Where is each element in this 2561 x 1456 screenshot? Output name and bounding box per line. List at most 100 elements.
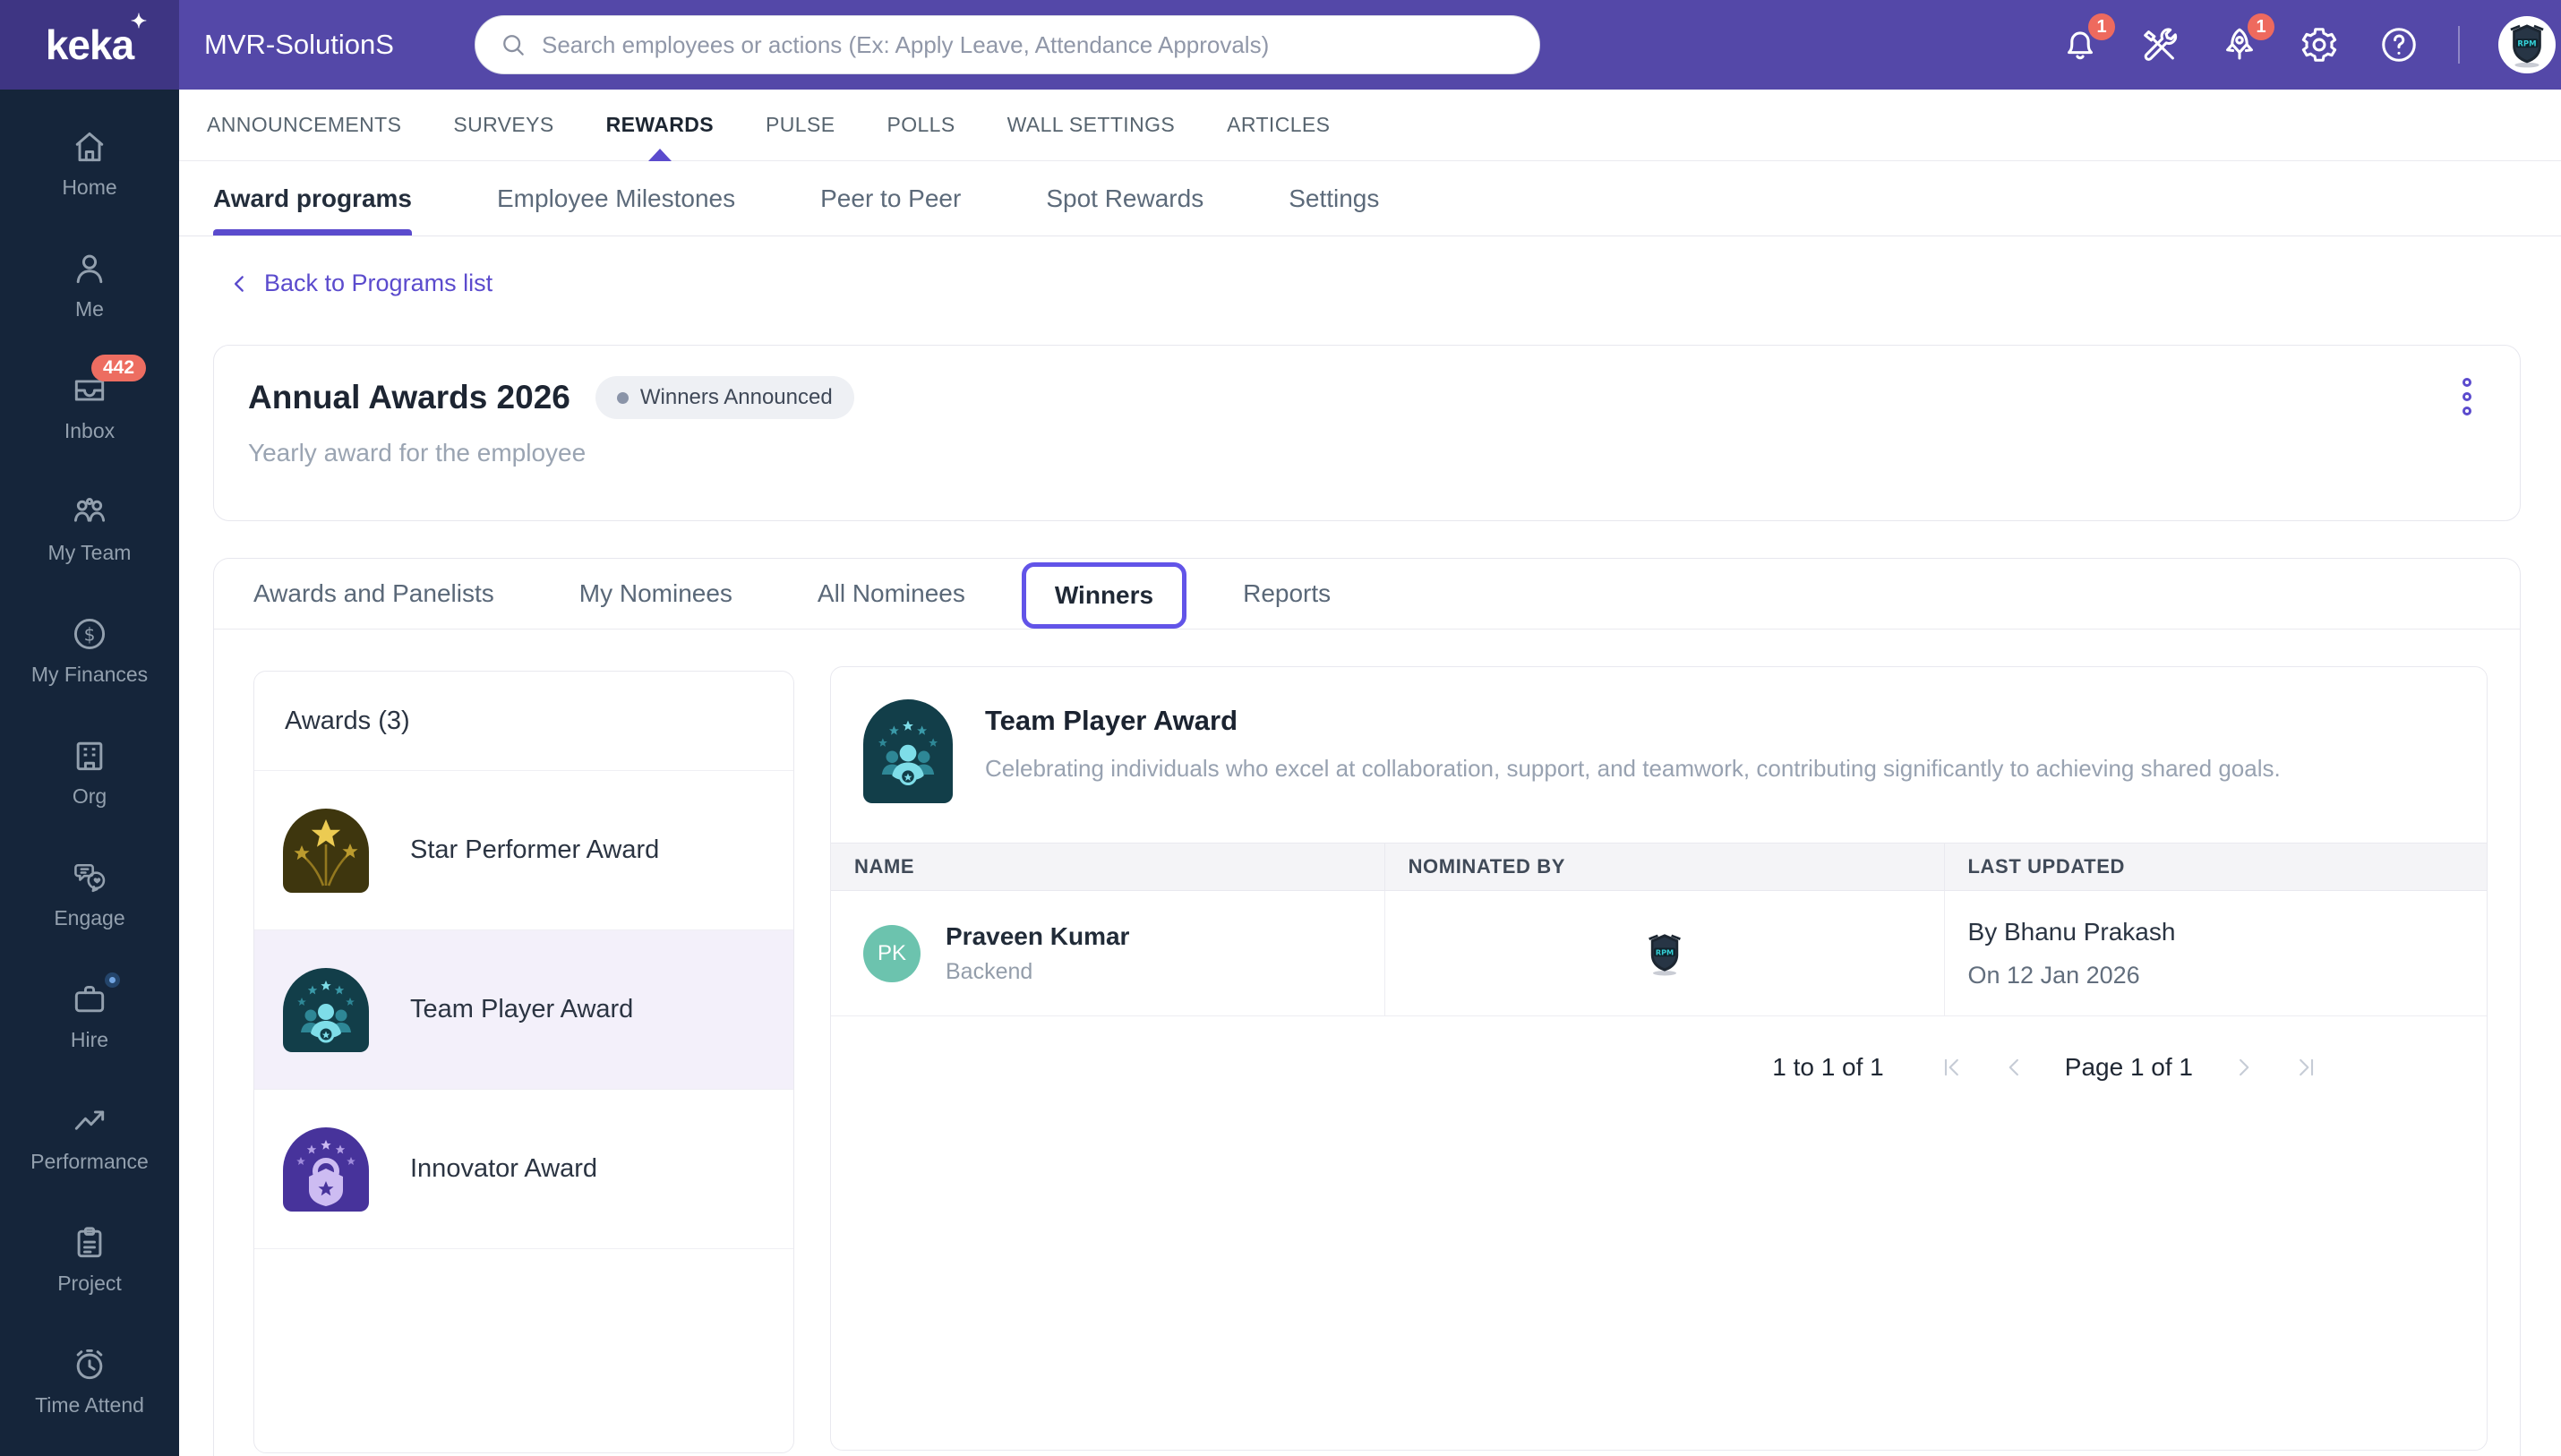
award-item-star-performer[interactable]: Star Performer Award	[254, 771, 793, 930]
keka-rewards-page: keka✦ MVR-SolutionS 1 1	[0, 0, 2561, 1456]
nav-polls[interactable]: POLLS	[886, 90, 955, 161]
subnav-spot-rewards[interactable]: Spot Rewards	[1046, 161, 1203, 236]
sidebar-item-my-finances[interactable]: $ My Finances	[0, 589, 179, 711]
sidebar-item-org[interactable]: Org	[0, 711, 179, 833]
nav-rewards[interactable]: REWARDS	[606, 90, 714, 161]
sidebar-item-project[interactable]: Project	[0, 1198, 179, 1320]
program-status-badge: Winners Announced	[595, 376, 854, 419]
previous-page-button[interactable]	[2002, 1055, 2027, 1080]
pagination-page: Page 1 of 1	[2064, 1053, 2193, 1081]
program-title: Annual Awards 2026	[248, 379, 570, 415]
winners-table-header: NAME NOMINATED BY LAST UPDATED	[831, 843, 2487, 891]
sidebar-item-home[interactable]: Home	[0, 102, 179, 224]
awards-list-header: Awards (3)	[254, 672, 793, 771]
nav-announcements[interactable]: ANNOUNCEMENTS	[207, 90, 401, 161]
winner-name-cell: PK Praveen Kumar Backend	[831, 891, 1384, 1015]
engage-module-nav: ANNOUNCEMENTS SURVEYS REWARDS PULSE POLL…	[179, 90, 2561, 161]
chat-heart-icon	[70, 858, 109, 897]
team-crest-logo-icon	[1645, 931, 1684, 976]
program-detail-card: Awards and Panelists My Nominees All Nom…	[213, 558, 2521, 1456]
settings-button[interactable]	[2299, 24, 2340, 65]
search-input[interactable]	[542, 30, 1516, 59]
col-last-updated: LAST UPDATED	[1943, 844, 2487, 890]
updated-on: On 12 Jan 2026	[1967, 961, 2140, 989]
nav-wall-settings[interactable]: WALL SETTINGS	[1007, 90, 1176, 161]
kebab-icon	[2462, 378, 2471, 387]
star-performer-badge-icon	[283, 808, 369, 893]
sidebar-item-time-attend[interactable]: Time Attend	[0, 1320, 179, 1442]
sidebar-item-engage[interactable]: Engage	[0, 833, 179, 955]
sidebar-item-inbox[interactable]: 442 Inbox	[0, 346, 179, 467]
tab-winners-focus-outline: Winners	[1021, 562, 1187, 629]
tab-awards-and-panelists[interactable]: Awards and Panelists	[253, 579, 494, 608]
nominated-by-avatar[interactable]	[1645, 931, 1684, 976]
awards-list-panel: Awards (3) Star Performer Award Team Pla…	[253, 671, 794, 1453]
award-item-team-player[interactable]: Team Player Award	[254, 930, 793, 1090]
people-icon	[70, 492, 109, 532]
sidebar-item-hire[interactable]: Hire	[0, 955, 179, 1076]
col-nominated-by: NOMINATED BY	[1383, 844, 1944, 890]
first-page-button[interactable]	[1940, 1055, 1965, 1080]
person-icon	[70, 249, 109, 288]
table-row[interactable]: PK Praveen Kumar Backend By Bhanu Prakas…	[831, 891, 2487, 1016]
sidebar-item-me[interactable]: Me	[0, 224, 179, 346]
tab-all-nominees[interactable]: All Nominees	[818, 579, 965, 608]
tab-reports[interactable]: Reports	[1243, 579, 1331, 608]
keka-logo[interactable]: keka ✦	[0, 0, 179, 90]
company-name: MVR-SolutionS	[204, 29, 394, 60]
program-summary-card: Annual Awards 2026 Winners Announced Yea…	[213, 345, 2521, 521]
back-to-programs-link[interactable]: Back to Programs list	[228, 270, 492, 297]
inbox-count-badge: 442	[91, 354, 147, 381]
next-page-button[interactable]	[2231, 1055, 2256, 1080]
search-icon	[503, 35, 524, 56]
pagination-range: 1 to 1 of 1	[1772, 1053, 1884, 1081]
program-menu-button[interactable]	[2462, 378, 2471, 415]
sidebar-item-performance[interactable]: Performance	[0, 1076, 179, 1198]
subnav-award-programs[interactable]: Award programs	[213, 161, 412, 236]
winners-panel: Team Player Award Celebrating individual…	[830, 666, 2488, 1451]
program-tabs: Awards and Panelists My Nominees All Nom…	[214, 559, 2520, 630]
notifications-badge: 1	[2088, 13, 2115, 40]
whats-new-button[interactable]: 1	[2219, 13, 2274, 65]
award-description: Celebrating individuals who excel at col…	[985, 755, 2281, 782]
profile-avatar[interactable]	[2498, 16, 2556, 73]
tools-icon	[2144, 28, 2178, 61]
pagination: 1 to 1 of 1 Page 1 of 1	[831, 1036, 2487, 1099]
gear-icon	[2301, 28, 2337, 62]
tab-my-nominees[interactable]: My Nominees	[579, 579, 732, 608]
clipboard-icon	[70, 1223, 109, 1263]
nav-surveys[interactable]: SURVEYS	[453, 90, 553, 161]
last-page-button[interactable]	[2293, 1055, 2318, 1080]
sidebar-item-my-team[interactable]: My Team	[0, 467, 179, 589]
rewards-sub-nav: Award programs Employee Milestones Peer …	[179, 161, 2561, 236]
top-bar-divider	[2458, 26, 2460, 64]
global-search[interactable]	[475, 15, 1540, 74]
subnav-peer-to-peer[interactable]: Peer to Peer	[820, 161, 961, 236]
updated-by: By Bhanu Prakash	[1967, 917, 2176, 946]
team-crest-logo-icon	[2506, 21, 2548, 68]
inbox-icon: 442	[70, 354, 147, 410]
home-icon	[70, 127, 109, 167]
winner-name: Praveen Kumar	[946, 921, 1130, 950]
svg-text:$: $	[84, 623, 96, 645]
active-nav-indicator	[647, 148, 672, 161]
award-title: Team Player Award	[985, 705, 1238, 736]
avatar: PK	[863, 924, 921, 982]
nav-articles[interactable]: ARTICLES	[1227, 90, 1330, 161]
program-description: Yearly award for the employee	[248, 439, 587, 467]
whats-new-badge: 1	[2248, 13, 2274, 40]
help-button[interactable]	[2378, 24, 2420, 65]
status-dot-icon	[616, 391, 629, 404]
last-updated-cell: By Bhanu Prakash On 12 Jan 2026	[1943, 891, 2487, 1015]
tab-winners[interactable]: Winners	[1055, 581, 1153, 610]
tools-button[interactable]	[2139, 24, 2180, 65]
innovator-badge-icon	[283, 1126, 369, 1212]
trend-up-icon	[70, 1101, 109, 1141]
nav-pulse[interactable]: PULSE	[766, 90, 835, 161]
subnav-employee-milestones[interactable]: Employee Milestones	[497, 161, 735, 236]
subnav-settings[interactable]: Settings	[1289, 161, 1379, 236]
award-item-innovator[interactable]: Innovator Award	[254, 1090, 793, 1249]
notifications-button[interactable]: 1	[2060, 13, 2115, 65]
top-bar-actions: 1 1	[2060, 0, 2556, 90]
team-player-badge-icon	[283, 967, 369, 1052]
